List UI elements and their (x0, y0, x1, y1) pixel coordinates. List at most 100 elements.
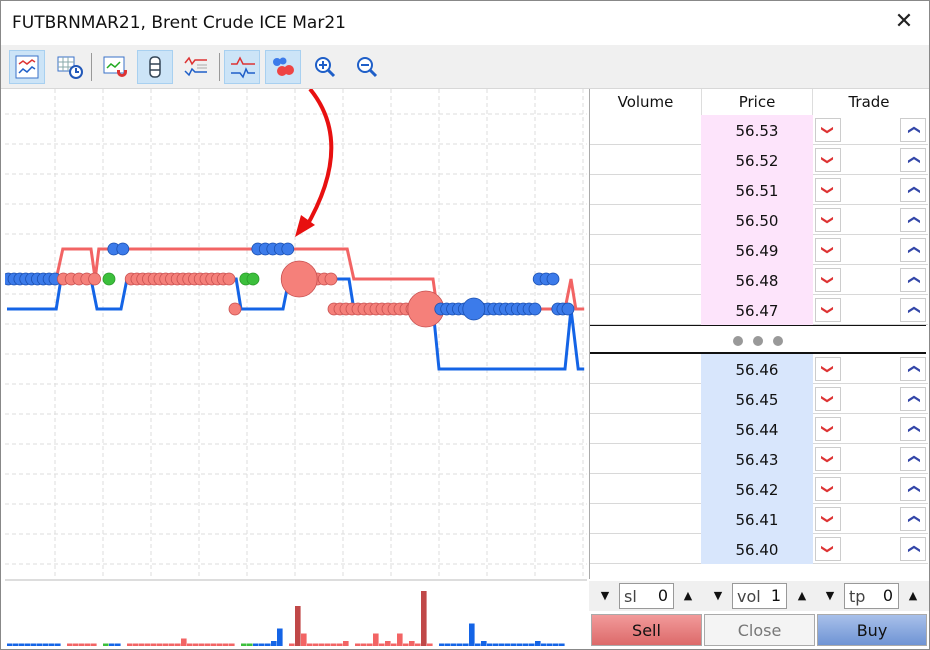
volume-bar (493, 643, 499, 646)
sell-at-price-button[interactable]: ❯ (815, 507, 841, 531)
sell-at-price-button[interactable]: ❯ (815, 447, 841, 471)
sell-at-price-button[interactable]: ❯ (815, 477, 841, 501)
bid-ask-lines-icon (231, 56, 255, 79)
sell-at-price-button[interactable]: ❯ (815, 148, 841, 172)
volume-bar (217, 643, 223, 646)
ask-deal-bubble (324, 272, 338, 286)
zoom-out-button[interactable] (349, 50, 385, 84)
ask-row: 56.47 ❯ ❯ (590, 295, 928, 325)
sell-at-price-button[interactable]: ❯ (815, 417, 841, 441)
scrollbar-icon (149, 56, 161, 78)
close-button[interactable]: Close (704, 614, 815, 646)
sell-at-price-button[interactable]: ❯ (815, 118, 841, 142)
ask-deal-bubble (280, 260, 318, 298)
zoom-in-button[interactable] (307, 50, 343, 84)
ask-row: 56.53 ❯ ❯ (590, 115, 928, 145)
buy-at-price-button[interactable]: ❯ (900, 298, 926, 322)
volume-bar (109, 643, 115, 646)
sl-field[interactable]: sl 0 (619, 583, 674, 609)
chevron-up-icon: ❯ (906, 513, 920, 525)
buy-button[interactable]: Buy (817, 614, 927, 646)
volume-bar (241, 643, 247, 646)
volume-bar (319, 643, 325, 646)
chart-magnet-icon (103, 56, 127, 77)
sell-at-price-button[interactable]: ❯ (815, 208, 841, 232)
chart-list-icon (184, 56, 207, 77)
volume-bar (451, 643, 457, 646)
volume-bar (367, 643, 373, 646)
volume-bar (295, 606, 301, 646)
buy-at-price-button[interactable]: ❯ (900, 477, 926, 501)
vol-label: vol (737, 587, 761, 606)
buy-at-price-button[interactable]: ❯ (900, 357, 926, 381)
scrollbar-button[interactable] (137, 50, 173, 84)
buy-at-price-button[interactable]: ❯ (900, 118, 926, 142)
tick-chart-button[interactable] (9, 50, 45, 84)
chevron-down-icon: ❯ (821, 244, 835, 256)
sell-button[interactable]: Sell (591, 614, 702, 646)
volume-bar (313, 643, 319, 646)
tick-chart-icon (15, 55, 39, 79)
price-cell: 56.53 (701, 115, 813, 145)
bid-row: 56.45 ❯ ❯ (590, 384, 928, 414)
buy-at-price-button[interactable]: ❯ (900, 537, 926, 561)
volume-bar (343, 641, 349, 646)
volume-bar (19, 643, 25, 646)
deals-bubbles-button[interactable] (265, 50, 301, 84)
volume-bar (469, 623, 475, 646)
tp-field[interactable]: tp 0 (844, 583, 899, 609)
volume-bar (403, 643, 409, 646)
spread-dot (733, 336, 743, 346)
bid-deal-bubble (281, 242, 295, 256)
sl-increase-button[interactable]: ▲ (675, 583, 701, 609)
vol-decrease-button[interactable]: ▼ (705, 583, 731, 609)
ask-row: 56.48 ❯ ❯ (590, 265, 928, 295)
close-icon[interactable]: ✕ (891, 9, 917, 35)
volume-bar (145, 643, 151, 646)
bid-row: 56.43 ❯ ❯ (590, 444, 928, 474)
buy-at-price-button[interactable]: ❯ (900, 178, 926, 202)
magnet-chart-button[interactable] (97, 50, 133, 84)
vol-increase-button[interactable]: ▲ (789, 583, 815, 609)
chevron-up-icon: ❯ (906, 274, 920, 286)
chevron-up-icon: ❯ (906, 483, 920, 495)
volume-bar (421, 591, 427, 646)
buy-at-price-button[interactable]: ❯ (900, 447, 926, 471)
buy-at-price-button[interactable]: ❯ (900, 387, 926, 411)
buy-at-price-button[interactable]: ❯ (900, 148, 926, 172)
sell-at-price-button[interactable]: ❯ (815, 387, 841, 411)
buy-at-price-button[interactable]: ❯ (900, 417, 926, 441)
price-cell: 56.47 (701, 295, 813, 325)
sl-decrease-button[interactable]: ▼ (592, 583, 618, 609)
volume-bar (229, 643, 235, 646)
volume-bar (67, 643, 73, 646)
tick-chart[interactable] (5, 89, 587, 649)
neutral-deal-bubble (246, 272, 260, 286)
buy-at-price-button[interactable]: ❯ (900, 238, 926, 262)
volume-bar (307, 643, 313, 646)
buy-at-price-button[interactable]: ❯ (900, 268, 926, 292)
bid-ask-lines-button[interactable] (224, 50, 260, 84)
volume-bar (265, 643, 271, 646)
buy-at-price-button[interactable]: ❯ (900, 208, 926, 232)
bid-row: 56.46 ❯ ❯ (590, 354, 928, 384)
buy-at-price-button[interactable]: ❯ (900, 507, 926, 531)
volume-bar (85, 643, 91, 646)
sell-at-price-button[interactable]: ❯ (815, 357, 841, 381)
volume-bar (415, 643, 421, 646)
sell-at-price-button[interactable]: ❯ (815, 238, 841, 262)
chart-list-button[interactable] (177, 50, 213, 84)
sell-at-price-button[interactable]: ❯ (815, 178, 841, 202)
volume-bar (409, 641, 415, 646)
time-sales-button[interactable] (51, 50, 87, 84)
chevron-down-icon: ❯ (821, 543, 835, 555)
sell-at-price-button[interactable]: ❯ (815, 298, 841, 322)
chevron-up-icon: ❯ (906, 423, 920, 435)
vol-field[interactable]: vol 1 (732, 583, 787, 609)
volume-bar (475, 643, 481, 646)
sell-at-price-button[interactable]: ❯ (815, 268, 841, 292)
tp-decrease-button[interactable]: ▼ (817, 583, 843, 609)
volume-bar (337, 643, 343, 646)
sell-at-price-button[interactable]: ❯ (815, 537, 841, 561)
tp-increase-button[interactable]: ▲ (900, 583, 926, 609)
